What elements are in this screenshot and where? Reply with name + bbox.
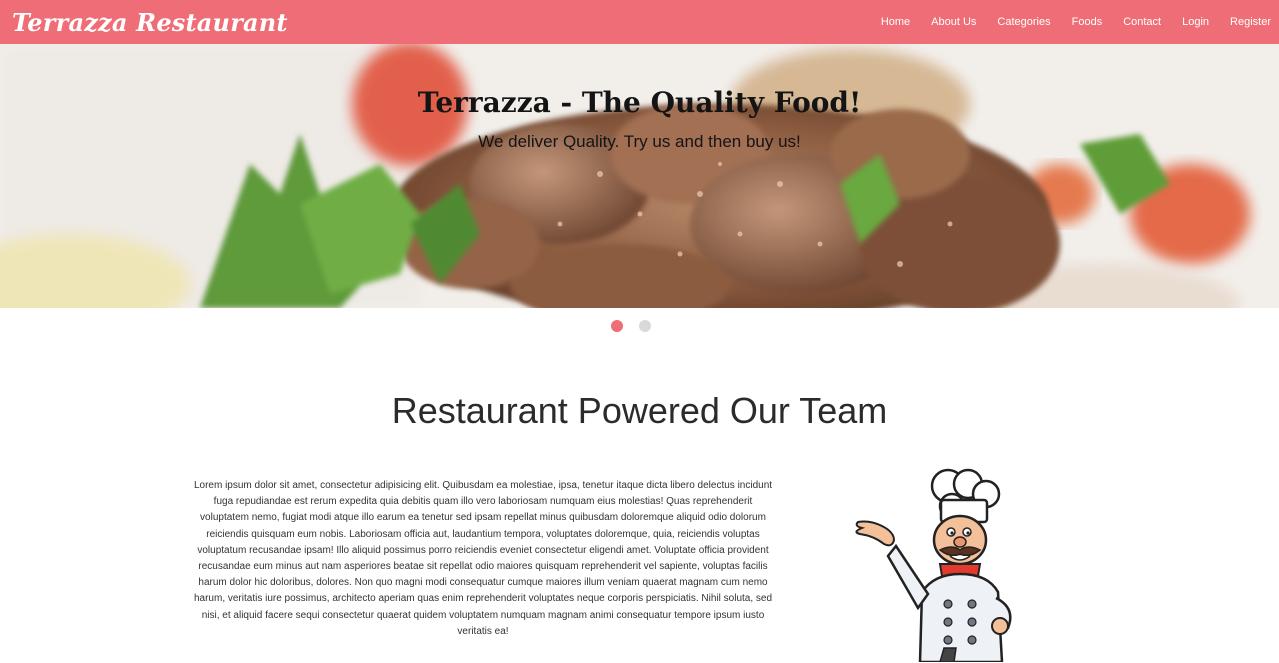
- nav-link-home[interactable]: Home: [870, 0, 920, 44]
- nav-menu: Home About Us Categories Foods Contact L…: [870, 0, 1279, 44]
- carousel-dot-1[interactable]: [610, 320, 623, 332]
- nav-link-foods[interactable]: Foods: [1061, 0, 1113, 44]
- nav-link-contact[interactable]: Contact: [1113, 0, 1172, 44]
- navbar: Terrazza Restaurant Home About Us Catego…: [0, 0, 1279, 44]
- section-title: Restaurant Powered Our Team: [391, 390, 888, 431]
- hero-food-image: [0, 44, 1279, 308]
- nav-link-about-us[interactable]: About Us: [921, 0, 987, 44]
- carousel-indicators: [0, 320, 1279, 332]
- brand-logo[interactable]: Terrazza Restaurant: [12, 8, 288, 37]
- carousel-dot-2[interactable]: [638, 320, 651, 332]
- chef-icon: [855, 468, 1012, 662]
- nav-link-register[interactable]: Register: [1220, 0, 1279, 44]
- nav-link-categories[interactable]: Categories: [987, 0, 1061, 44]
- hero-title: Terrazza - The Quality Food!: [417, 86, 862, 119]
- nav-link-login[interactable]: Login: [1172, 0, 1220, 44]
- hero-subtitle: We deliver Quality. Try us and then buy …: [478, 132, 801, 151]
- hero-carousel[interactable]: Terrazza - The Quality Food! We deliver …: [0, 44, 1279, 308]
- about-paragraph: Lorem ipsum dolor sit amet, consectetur …: [193, 480, 773, 637]
